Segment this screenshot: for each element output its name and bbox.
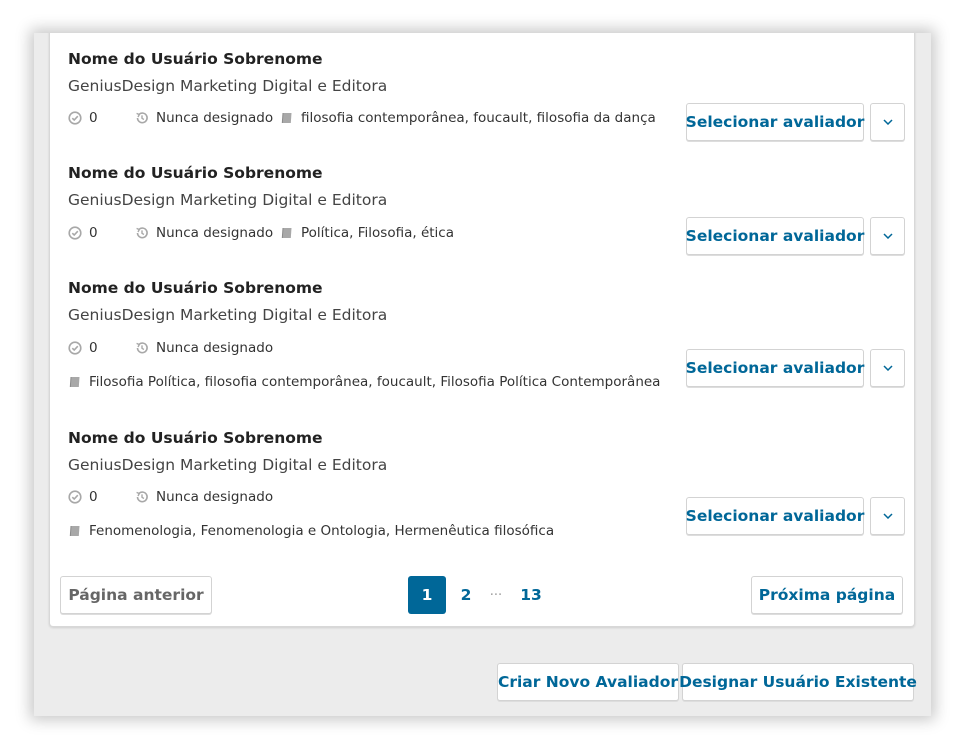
book-icon	[281, 227, 292, 239]
reviewer-affiliation: GeniusDesign Marketing Digital e Editora	[68, 456, 388, 474]
completed-count: 0	[89, 225, 98, 241]
reviewer-row: Nome do Usuário Sobrenome GeniusDesign M…	[50, 143, 916, 255]
select-reviewer-button[interactable]: Selecionar avaliador	[686, 497, 864, 535]
reviewer-name: Nome do Usuário Sobrenome	[68, 429, 323, 447]
reviewer-interests: Fenomenologia, Fenomenologia e Ontologia…	[89, 523, 555, 539]
reviewer-meta: 0 Nunca designado	[68, 340, 273, 356]
create-reviewer-button[interactable]: Criar Novo Avaliador	[497, 663, 679, 701]
reviewer-name: Nome do Usuário Sobrenome	[68, 50, 323, 68]
history-icon	[136, 112, 148, 124]
completed-count: 0	[89, 110, 98, 126]
reviewer-selection-modal: Nome do Usuário Sobrenome GeniusDesign M…	[34, 33, 931, 716]
next-page-button[interactable]: Próxima página	[751, 576, 903, 614]
reviewer-name: Nome do Usuário Sobrenome	[68, 164, 323, 182]
reviewer-interests: filosofia contemporânea, foucault, filos…	[301, 110, 656, 126]
reviewer-row: Nome do Usuário Sobrenome GeniusDesign M…	[50, 408, 916, 553]
history-icon	[136, 491, 148, 503]
page-2-button[interactable]: 2	[456, 576, 476, 614]
book-icon	[69, 376, 80, 388]
history-icon	[136, 227, 148, 239]
check-circle-icon	[68, 490, 82, 504]
check-circle-icon	[68, 226, 82, 240]
select-reviewer-button[interactable]: Selecionar avaliador	[686, 217, 864, 255]
page-13-button[interactable]: 13	[517, 576, 545, 614]
reviewer-options-button[interactable]	[870, 217, 905, 255]
reviewer-options-button[interactable]	[870, 349, 905, 387]
reviewer-meta: 0 Nunca designado Política, Filosofia, é…	[68, 225, 454, 241]
check-circle-icon	[68, 111, 82, 125]
pagination-ellipsis: ···	[489, 587, 503, 603]
chevron-down-icon	[882, 513, 893, 519]
reviewer-row: Nome do Usuário Sobrenome GeniusDesign M…	[50, 33, 916, 141]
previous-page-button[interactable]: Página anterior	[60, 576, 212, 614]
reviewer-row: Nome do Usuário Sobrenome GeniusDesign M…	[50, 258, 916, 403]
chevron-down-icon	[882, 365, 893, 371]
reviewer-list-panel: Nome do Usuário Sobrenome GeniusDesign M…	[49, 33, 915, 627]
reviewer-name: Nome do Usuário Sobrenome	[68, 279, 323, 297]
completed-count: 0	[89, 340, 98, 356]
reviewer-meta: 0 Nunca designado filosofia contemporâne…	[68, 110, 656, 126]
select-reviewer-button[interactable]: Selecionar avaliador	[686, 349, 864, 387]
reviewer-interests-line: Fenomenologia, Fenomenologia e Ontologia…	[68, 523, 554, 539]
reviewer-interests-line: Filosofia Política, filosofia contemporâ…	[68, 374, 660, 390]
chevron-down-icon	[882, 119, 893, 125]
completed-count: 0	[89, 489, 98, 505]
reviewer-affiliation: GeniusDesign Marketing Digital e Editora	[68, 306, 388, 324]
reviewer-meta: 0 Nunca designado	[68, 489, 273, 505]
assign-existing-user-button[interactable]: Designar Usuário Existente	[679, 663, 917, 701]
reviewer-options-button[interactable]	[870, 497, 905, 535]
reviewer-interests: Filosofia Política, filosofia contemporâ…	[89, 374, 661, 390]
reviewer-affiliation: GeniusDesign Marketing Digital e Editora	[68, 191, 388, 209]
page-1-button[interactable]: 1	[408, 576, 446, 614]
select-reviewer-button[interactable]: Selecionar avaliador	[686, 103, 864, 141]
check-circle-icon	[68, 341, 82, 355]
book-icon	[281, 112, 292, 124]
last-assigned: Nunca designado	[156, 340, 274, 356]
reviewer-interests: Política, Filosofia, ética	[301, 225, 454, 241]
last-assigned: Nunca designado	[156, 489, 274, 505]
reviewer-options-button[interactable]	[870, 103, 905, 141]
chevron-down-icon	[882, 233, 893, 239]
book-icon	[69, 525, 80, 537]
reviewer-affiliation: GeniusDesign Marketing Digital e Editora	[68, 77, 388, 95]
last-assigned: Nunca designado	[156, 225, 274, 241]
history-icon	[136, 342, 148, 354]
last-assigned: Nunca designado	[156, 110, 274, 126]
